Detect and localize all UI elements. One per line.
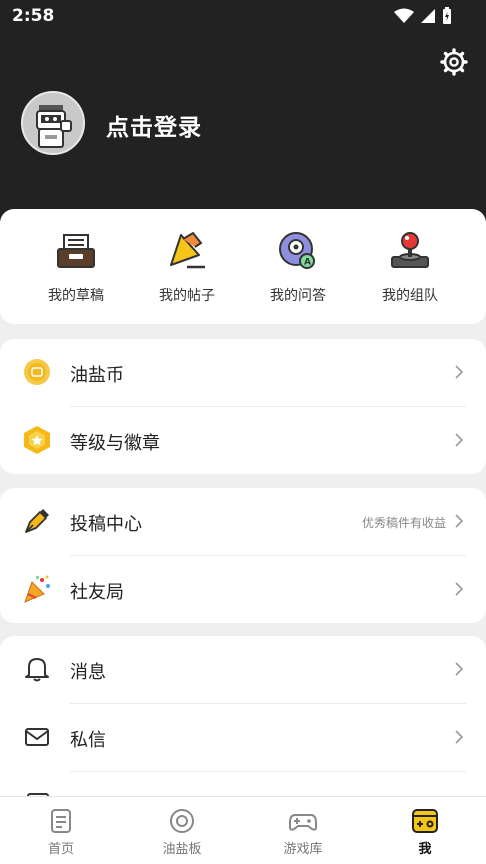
chevron-right-icon	[455, 514, 464, 528]
tab-label: 游戏库	[283, 842, 323, 857]
party-popper-icon	[24, 575, 50, 603]
quick-actions-card: 我的草稿 我的帖子 A 我的问答 我的组队	[0, 209, 486, 324]
wallet-section: 油盐币 等级与徽章	[0, 339, 486, 474]
coins-row[interactable]: 油盐币	[0, 339, 486, 406]
tab-me[interactable]: 我	[375, 807, 475, 857]
board-icon	[170, 809, 194, 833]
svg-text:A: A	[304, 258, 311, 268]
bell-icon	[25, 658, 49, 682]
chevron-right-icon	[455, 433, 464, 447]
mail-icon	[25, 728, 49, 746]
quick-item-posts[interactable]: 我的帖子	[137, 229, 237, 305]
social-bureau-row[interactable]: 社友局	[0, 556, 486, 623]
profile-header: 2:58 点击登录	[0, 0, 486, 230]
submission-center-row[interactable]: 投稿中心 优秀稿件有收益	[0, 488, 486, 555]
settings-gear-icon[interactable]	[440, 48, 468, 76]
tab-label: 油盐板	[162, 842, 202, 857]
status-icons	[394, 7, 452, 25]
joystick-icon	[391, 232, 429, 268]
bottom-tab-bar: 首页 油盐板 游戏库 我	[0, 796, 486, 864]
gamepad-icon	[289, 814, 317, 831]
direct-messages-label: 私信	[70, 730, 106, 751]
wifi-icon	[394, 8, 414, 23]
tab-label: 首页	[47, 842, 74, 857]
tab-label: 我	[418, 842, 432, 857]
status-bar: 2:58	[0, 0, 486, 34]
quick-item-label: 我的问答	[270, 288, 326, 304]
divider	[70, 771, 466, 772]
quick-item-label: 我的组队	[382, 288, 438, 304]
level-badge-label: 等级与徽章	[70, 433, 160, 454]
submission-center-label: 投稿中心	[70, 514, 142, 535]
drafts-icon	[57, 234, 95, 268]
signal-icon	[421, 9, 435, 23]
quick-item-label: 我的帖子	[159, 288, 215, 304]
quick-item-qa[interactable]: A 我的问答	[248, 229, 348, 305]
tab-game-library[interactable]: 游戏库	[253, 807, 353, 857]
avatar[interactable]	[21, 91, 85, 155]
tab-board[interactable]: 油盐板	[132, 807, 232, 857]
login-prompt[interactable]: 点击登录	[106, 108, 202, 142]
status-time: 2:58	[12, 6, 55, 26]
direct-messages-row[interactable]: 私信	[0, 704, 486, 771]
chevron-right-icon	[455, 662, 464, 676]
qa-icon: A	[279, 232, 315, 269]
pen-icon	[25, 509, 49, 533]
home-doc-icon	[51, 809, 71, 833]
robot-avatar-icon	[36, 105, 72, 148]
quick-item-label: 我的草稿	[48, 288, 104, 304]
notifications-row[interactable]: 消息	[0, 636, 486, 703]
battery-icon	[443, 7, 451, 24]
coin-icon	[24, 359, 50, 385]
badge-icon	[24, 426, 50, 454]
posts-icon	[170, 231, 205, 269]
chevron-right-icon	[455, 582, 464, 596]
me-icon	[412, 809, 438, 833]
notifications-label: 消息	[70, 662, 106, 683]
creator-section: 投稿中心 优秀稿件有收益 社友局	[0, 488, 486, 623]
chevron-right-icon	[455, 730, 464, 744]
chevron-right-icon	[455, 365, 464, 379]
social-bureau-label: 社友局	[70, 582, 124, 603]
quick-item-team[interactable]: 我的组队	[360, 229, 460, 305]
submission-hint: 优秀稿件有收益	[361, 516, 446, 530]
level-badge-row[interactable]: 等级与徽章	[0, 407, 486, 474]
quick-item-drafts[interactable]: 我的草稿	[26, 229, 126, 305]
tab-home[interactable]: 首页	[11, 807, 111, 857]
coins-label: 油盐币	[70, 365, 124, 386]
